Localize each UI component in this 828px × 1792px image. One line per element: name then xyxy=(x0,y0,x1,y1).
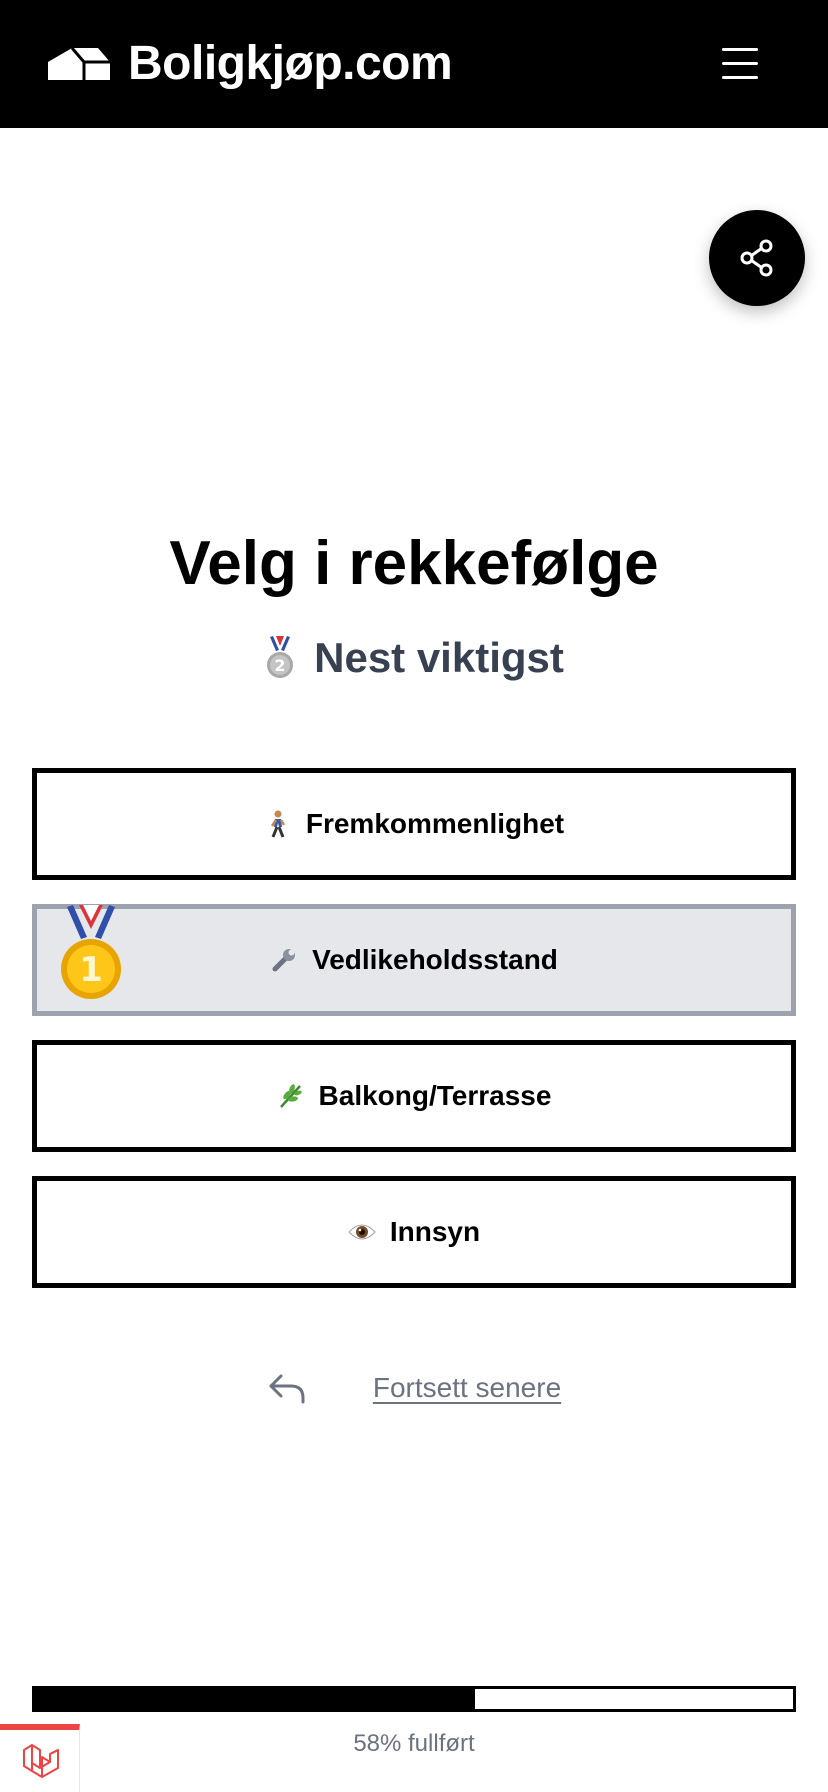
person-walking-icon xyxy=(264,810,292,838)
reply-arrow-icon[interactable] xyxy=(267,1370,307,1406)
continue-later-row: Fortsett senere xyxy=(0,1366,828,1410)
second-place-medal-icon: 2 xyxy=(267,636,294,678)
top-navbar: Boligkjøp.com xyxy=(0,0,828,128)
option-fremkommenlighet[interactable]: Fremkommenlighet xyxy=(32,768,796,880)
svg-text:1: 1 xyxy=(79,950,103,990)
laravel-logo-icon xyxy=(23,1744,59,1778)
dev-toolbar-badge[interactable] xyxy=(0,1724,80,1792)
eye-icon xyxy=(348,1218,376,1246)
option-label: Innsyn xyxy=(389,1216,481,1247)
first-place-medal-icon: 1 xyxy=(61,905,121,999)
option-vedlikeholdsstand[interactable]: 1 Vedlikeholdsstand xyxy=(32,904,796,1016)
option-label: Balkong/Terrasse xyxy=(318,1080,552,1111)
brand-name: Boligkjøp.com xyxy=(128,37,453,90)
option-balkong-terrasse[interactable]: Balkong/Terrasse xyxy=(32,1040,796,1152)
house-roof-icon xyxy=(48,47,110,80)
option-label: Vedlikeholdsstand xyxy=(312,944,558,975)
brand-logo[interactable]: Boligkjøp.com xyxy=(46,36,453,92)
progress-bar xyxy=(32,1686,796,1712)
share-button[interactable] xyxy=(709,210,805,306)
svg-text:2: 2 xyxy=(275,656,286,675)
continue-later-link[interactable]: Fortsett senere xyxy=(373,1372,561,1404)
herb-leaf-icon xyxy=(277,1082,305,1110)
share-icon xyxy=(740,239,773,277)
option-innsyn[interactable]: Innsyn xyxy=(32,1176,796,1288)
rank-label: Nest viktigst xyxy=(314,634,564,681)
page-title: Velg i rekkefølge xyxy=(169,529,659,598)
progress-text: 58% fullført xyxy=(353,1730,475,1757)
rank-subtitle: 2 Nest viktigst xyxy=(0,630,828,686)
option-label: Fremkommenlighet xyxy=(305,808,565,839)
hamburger-menu-icon[interactable] xyxy=(716,44,764,84)
wrench-icon xyxy=(270,946,298,974)
progress-fill xyxy=(35,1689,475,1709)
